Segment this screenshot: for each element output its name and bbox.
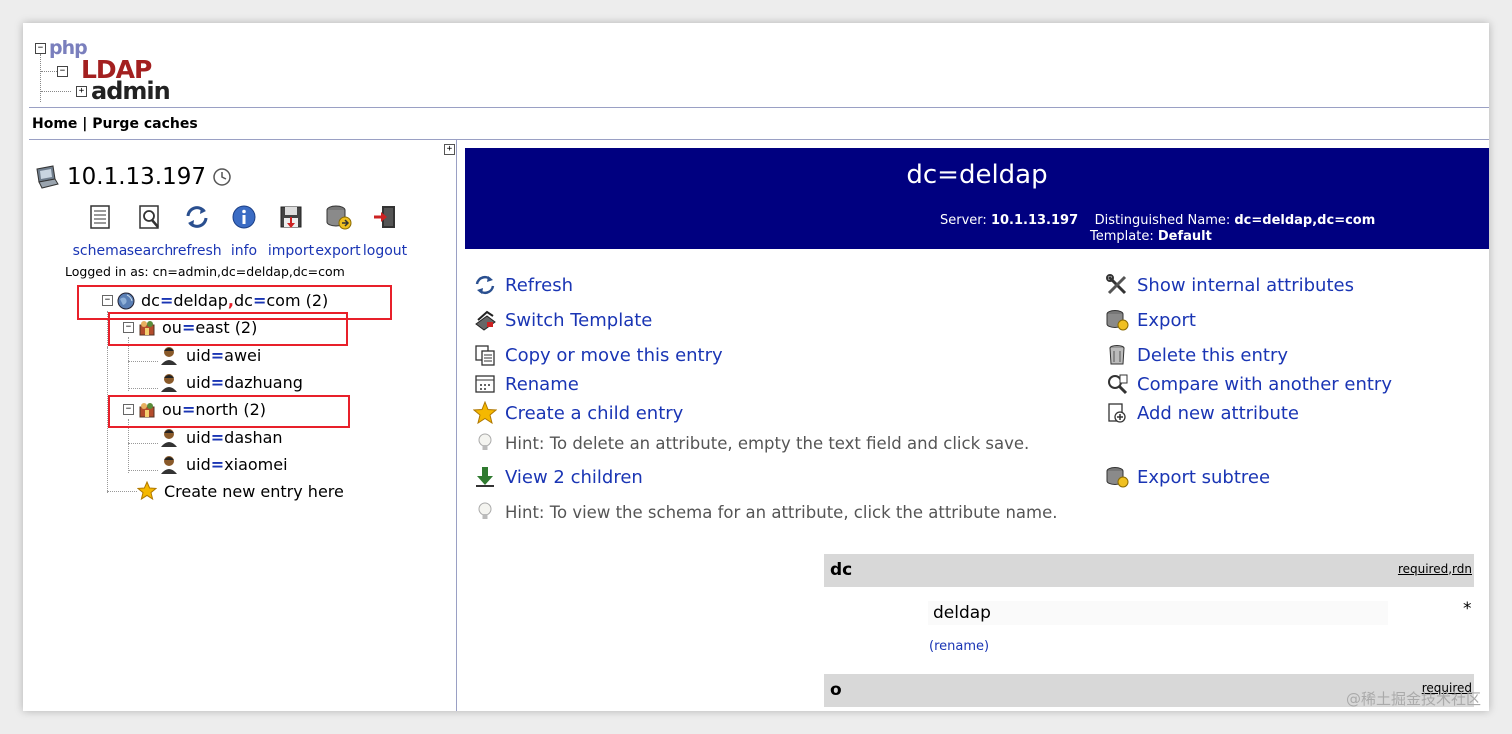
app-frame: − − + php LDAP admin Home | Purge caches…: [23, 23, 1489, 711]
server-icon: [36, 165, 59, 189]
server-heading: 10.1.13.197: [33, 163, 232, 191]
ou-icon: [139, 320, 155, 335]
required-marker: *: [1463, 599, 1472, 619]
collapse-icon[interactable]: −: [102, 295, 113, 306]
add-attribute-action[interactable]: Add new attribute: [1105, 401, 1299, 425]
arrow-down-icon: [476, 467, 494, 487]
logout-icon: [374, 206, 395, 228]
copy-icon: [475, 345, 495, 366]
menu-divider: [29, 139, 1489, 140]
tree-node-root[interactable]: − dc = deldap, dc = com (2): [102, 291, 328, 310]
watermark: @稀土掘金技术社区: [1345, 690, 1481, 708]
panel-divider: [456, 140, 457, 711]
user-icon: [161, 429, 177, 447]
info-icon: [232, 205, 256, 229]
dc-value-field[interactable]: deldap: [928, 601, 1388, 625]
collapse-icon[interactable]: −: [123, 322, 134, 333]
globe-icon: [117, 292, 135, 309]
star-icon: [137, 481, 157, 501]
logo-minus-icon: −: [35, 43, 46, 54]
hint-view-schema: Hint: To view the schema for an attribut…: [473, 500, 1058, 524]
create-child-action[interactable]: Create a child entry: [473, 401, 683, 425]
trash-icon: [1109, 345, 1125, 365]
attribute-flags-dc: required, rdn: [1397, 562, 1472, 576]
tree-create-new-entry[interactable]: Create new entry here: [137, 481, 344, 501]
purge-caches-link[interactable]: Purge caches: [92, 116, 197, 132]
ou-icon: [139, 402, 155, 417]
entry-title: dc=deldap: [906, 160, 1048, 190]
refresh-icon: [186, 206, 208, 228]
import-icon: [280, 206, 302, 228]
collapse-icon[interactable]: −: [123, 404, 134, 415]
refresh-action[interactable]: Refresh: [473, 273, 573, 297]
entry-meta: Server: 10.1.13.197 Distinguished Name: …: [940, 213, 1376, 244]
switch-template-action[interactable]: Switch Template: [473, 308, 652, 332]
export-subtree-action[interactable]: Export subtree: [1105, 465, 1270, 489]
logo-minus-icon-2: −: [57, 66, 68, 77]
export-icon: [1106, 310, 1129, 331]
attribute-name-o[interactable]: o: [830, 680, 842, 700]
star-icon: [473, 401, 497, 425]
compare-entry-action[interactable]: Compare with another entry: [1105, 372, 1392, 396]
home-link[interactable]: Home: [32, 116, 77, 132]
tree-node-uid-xiaomei[interactable]: uid = xiaomei: [159, 454, 288, 474]
tools-icon: [1106, 274, 1127, 295]
attribute-header-dc: dc required, rdn: [824, 554, 1474, 587]
server-toolbar: schema search refresh info import export…: [67, 203, 407, 259]
phpldapadmin-logo: − − + php LDAP admin: [33, 31, 183, 107]
entry-banner: dc=deldap Server: 10.1.13.197 Distinguis…: [465, 148, 1489, 249]
copy-move-action[interactable]: Copy or move this entry: [473, 343, 723, 367]
lightbulb-icon: [478, 433, 492, 450]
tree-node-uid-dazhuang[interactable]: uid = dazhuang: [159, 372, 303, 392]
search-icon: [139, 205, 159, 229]
attribute-name-dc[interactable]: dc: [830, 560, 852, 580]
user-icon: [161, 456, 177, 474]
logout-label: logout: [362, 243, 408, 259]
user-icon: [161, 347, 177, 365]
tree-node-ou-north[interactable]: − ou = north (2): [123, 400, 266, 419]
rename-action[interactable]: Rename: [473, 372, 579, 396]
rename-link[interactable]: rename: [934, 639, 984, 654]
show-internal-attributes-action[interactable]: Show internal attributes: [1105, 273, 1354, 297]
logo-admin: admin: [91, 77, 171, 105]
refresh-icon: [475, 275, 495, 295]
rename-link-wrapper: (rename): [929, 639, 990, 654]
top-menu: Home | Purge caches: [32, 116, 198, 132]
export-subtree-icon: [1106, 467, 1129, 488]
add-attribute-icon: [1108, 403, 1126, 423]
lightbulb-icon: [478, 502, 492, 519]
template-icon: [475, 310, 496, 331]
header-divider: [29, 107, 1489, 108]
tree-node-uid-dashan[interactable]: uid = dashan: [159, 427, 283, 447]
menu-separator: |: [82, 116, 88, 132]
export-action[interactable]: Export: [1105, 308, 1196, 332]
logout-button[interactable]: logout: [355, 203, 415, 259]
user-icon: [161, 374, 177, 392]
delete-entry-action[interactable]: Delete this entry: [1105, 343, 1288, 367]
root-attr: dc: [141, 291, 160, 310]
logo-plus-icon: +: [76, 86, 87, 97]
logged-in-as: Logged in as: cn=admin,dc=deldap,dc=com: [65, 264, 345, 279]
schema-icon: [90, 205, 110, 229]
view-children-action[interactable]: View 2 children: [473, 465, 643, 489]
tree-node-uid-awei[interactable]: uid = awei: [159, 345, 261, 365]
export-icon: [326, 205, 352, 230]
server-host[interactable]: 10.1.13.197: [67, 164, 206, 190]
hint-delete-attribute: Hint: To delete an attribute, empty the …: [473, 431, 1029, 455]
compare-icon: [1108, 374, 1128, 395]
clock-icon: [213, 168, 231, 186]
rename-icon: [475, 375, 495, 393]
expand-panel-icon[interactable]: +: [444, 144, 455, 155]
tree-node-ou-east[interactable]: − ou = east (2): [123, 318, 257, 337]
